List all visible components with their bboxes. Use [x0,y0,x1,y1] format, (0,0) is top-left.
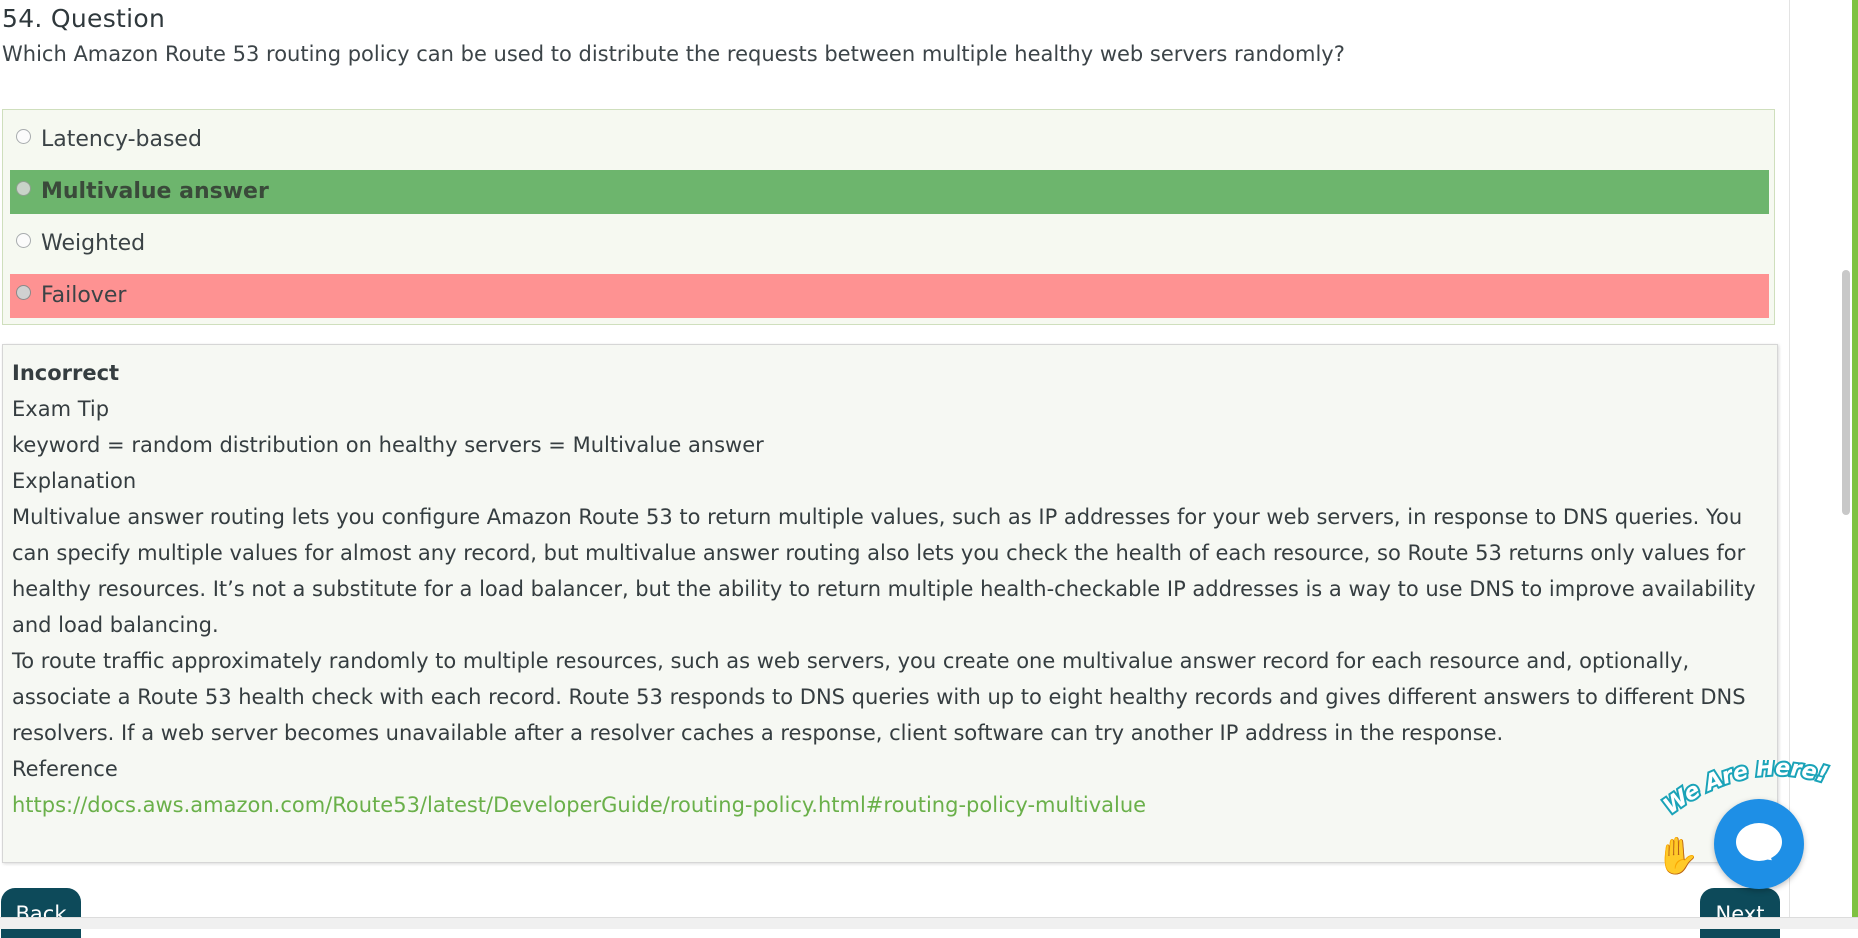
explanation-paragraph-1: Multivalue answer routing lets you confi… [12,505,1756,637]
bottom-bar [0,917,1858,929]
question-title: 54. Question [2,4,166,33]
option-multivalue-answer[interactable]: Multivalue answer [10,170,1769,214]
exam-tip-text: keyword = random distribution on healthy… [12,433,764,457]
reference-heading: Reference [12,757,118,781]
reference-link[interactable]: https://docs.aws.amazon.com/Route53/late… [12,793,1146,817]
radio-button[interactable] [16,233,31,248]
next-button[interactable]: Next [1700,888,1780,938]
chat-icon [1736,823,1782,861]
explanation-heading: Explanation [12,469,137,493]
chat-widget-button[interactable] [1714,799,1804,889]
explanation-paragraph-2: To route traffic approximately randomly … [12,649,1746,745]
option-label: Weighted [41,231,146,256]
back-button[interactable]: Back [1,888,81,938]
explanation-panel: Incorrect Exam Tip keyword = random dist… [2,344,1778,863]
option-weighted[interactable]: Weighted [10,222,1769,266]
answer-options: Latency-based Multivalue answer Weighted… [2,109,1775,325]
radio-button[interactable] [16,129,31,144]
radio-button[interactable] [16,285,31,300]
result-status: Incorrect [12,361,120,385]
option-label: Failover [41,283,127,308]
green-accent-strip [1852,0,1858,917]
radio-button[interactable] [16,181,31,196]
quiz-content: 54. Question Which Amazon Route 53 routi… [0,0,1790,938]
option-label: Latency-based [41,127,202,152]
question-text: Which Amazon Route 53 routing policy can… [2,42,1345,66]
option-label: Multivalue answer [41,179,269,204]
exam-tip-heading: Exam Tip [12,397,110,421]
option-failover[interactable]: Failover [10,274,1769,318]
waving-hand-icon: ✋ [1655,836,1700,877]
option-latency-based[interactable]: Latency-based [10,118,1769,162]
scrollbar-thumb[interactable] [1842,270,1850,515]
